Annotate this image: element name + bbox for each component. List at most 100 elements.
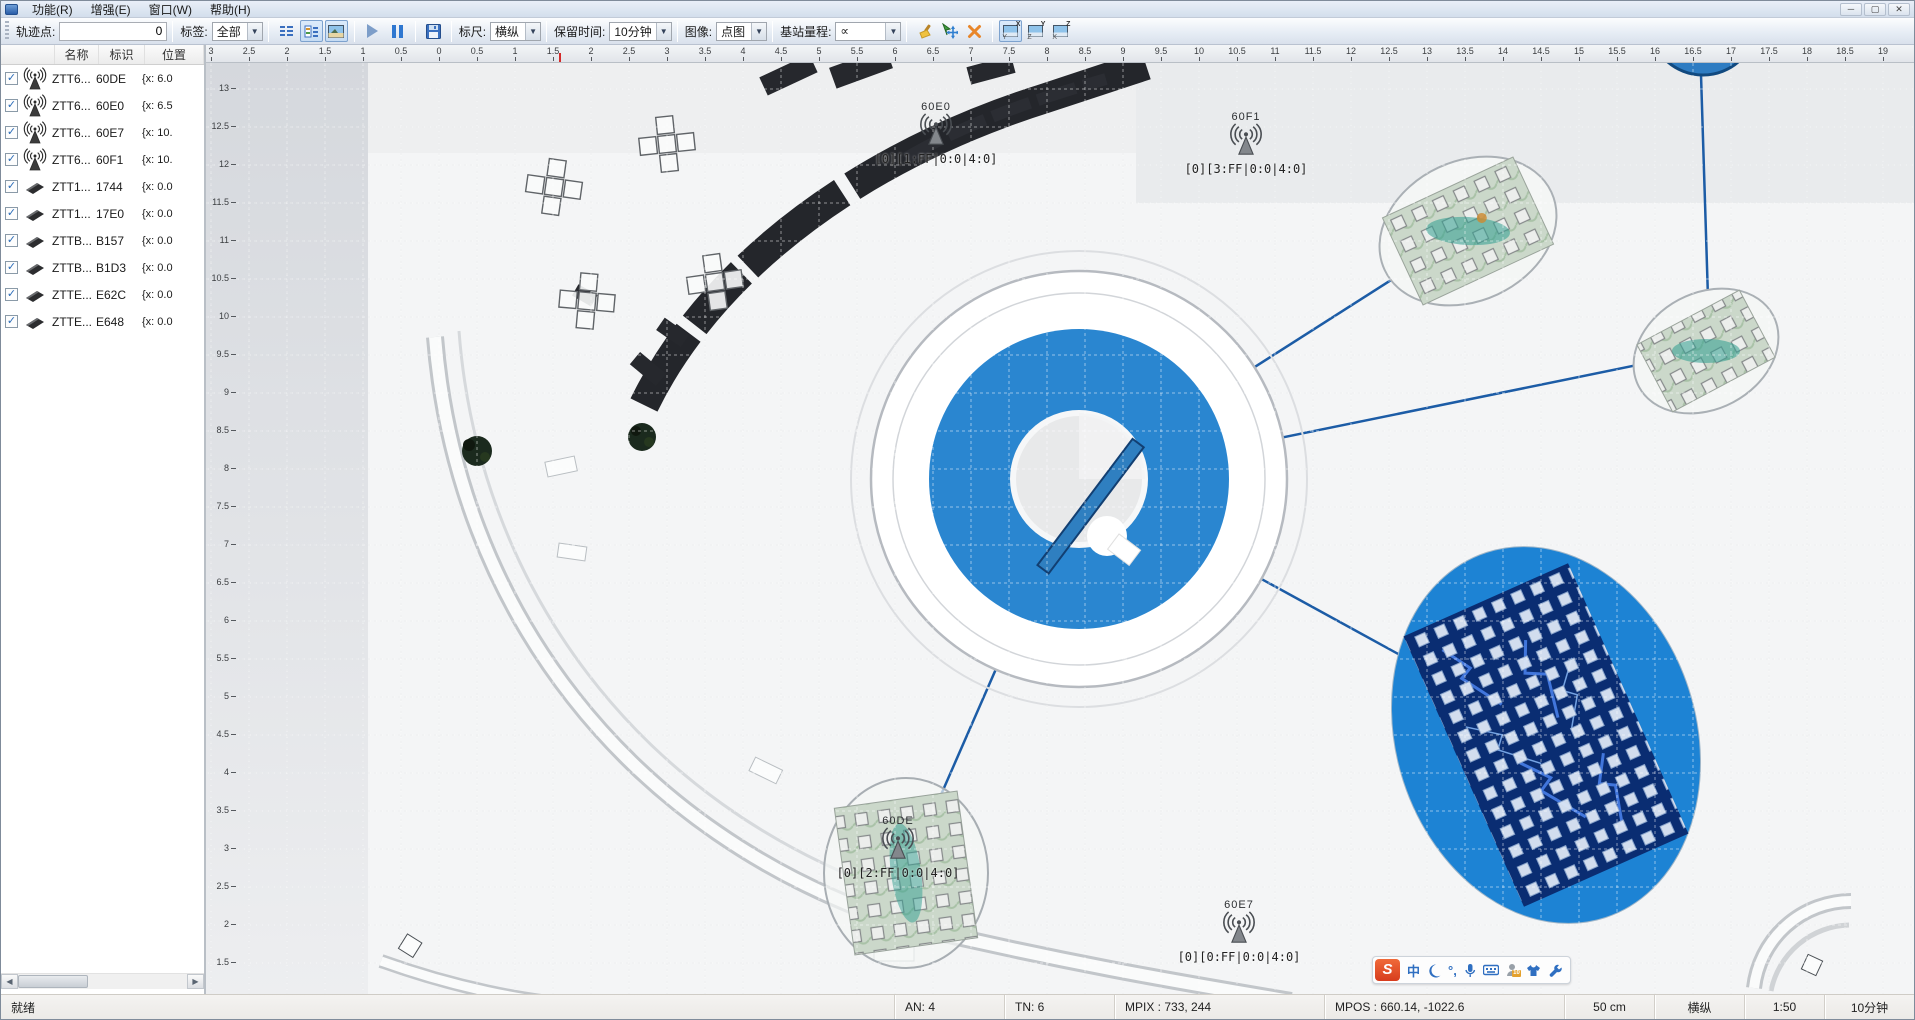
brush-icon <box>917 23 933 39</box>
station-marker-60DE[interactable]: 60DE[0][2:FF|0:0|4:0] <box>818 815 978 880</box>
list-image-icon <box>304 25 319 38</box>
play-button[interactable] <box>361 20 384 42</box>
row-checkbox[interactable]: ✓ <box>5 261 18 274</box>
tag-icon <box>23 260 47 276</box>
list-image-view-button[interactable] <box>300 20 323 42</box>
row-checkbox[interactable]: ✓ <box>5 207 18 220</box>
device-id: 60F1 <box>96 153 142 167</box>
scrollbar-thumb[interactable] <box>18 975 88 988</box>
axis-view-xy-button[interactable]: XY <box>999 20 1022 42</box>
device-id: B1D3 <box>96 261 142 275</box>
table-row[interactable]: ✓ZTTB...B1D3{x: 0.0 <box>1 254 204 281</box>
row-checkbox[interactable]: ✓ <box>5 234 18 247</box>
status-retain: 10分钟 <box>1824 995 1914 1019</box>
device-position: {x: 0.0 <box>142 289 204 301</box>
row-checkbox[interactable]: ✓ <box>5 153 18 166</box>
chevron-down-icon[interactable]: ▼ <box>885 23 900 40</box>
axis-view-yz-button[interactable]: YZ <box>1024 20 1047 42</box>
table-row[interactable]: ✓ZTT6...60E7{x: 10. <box>1 119 204 146</box>
antenna-icon <box>22 121 48 145</box>
station-marker-60E7[interactable]: 60E7[0][0:FF|0:0|4:0] <box>1159 899 1319 964</box>
chevron-down-icon[interactable]: ▼ <box>751 23 766 40</box>
status-ready: 就绪 <box>1 995 894 1019</box>
chinese-mode-icon[interactable]: 中 <box>1407 961 1420 980</box>
row-checkbox[interactable]: ✓ <box>5 126 18 139</box>
sogou-logo-icon[interactable]: S <box>1375 959 1400 981</box>
station-info: [0][2:FF|0:0|4:0] <box>818 866 978 880</box>
station-range-label: 基站量程: <box>780 23 831 40</box>
save-button[interactable] <box>422 20 445 42</box>
tag-filter-dropdown[interactable]: 全部 ▼ <box>212 22 263 41</box>
device-position: {x: 6.5 <box>142 100 204 112</box>
station-marker-60E0[interactable]: 60E0[0][1:FF|0:0|4:0] <box>856 101 1016 166</box>
wrench-icon[interactable] <box>1548 963 1562 977</box>
map-viewport[interactable]: 1312.51211.51110.5109.598.587.576.565.55… <box>206 63 1914 994</box>
menu-item-3[interactable]: 帮助(H) <box>201 0 260 19</box>
table-row[interactable]: ✓ZTTE...E648{x: 0.0 <box>1 308 204 335</box>
antenna-icon <box>919 113 953 147</box>
scroll-left-icon[interactable]: ◀ <box>1 974 18 989</box>
chevron-down-icon[interactable]: ▼ <box>525 23 540 40</box>
wardrobe-icon[interactable] <box>1526 964 1541 977</box>
image-mode-dropdown[interactable]: 点图 ▼ <box>716 22 767 41</box>
keyboard-icon[interactable] <box>1483 964 1499 976</box>
station-range-dropdown[interactable]: ∝ ▼ <box>835 22 901 41</box>
menu-item-1[interactable]: 增强(E) <box>82 0 140 19</box>
device-name: ZTTE... <box>52 315 96 329</box>
column-name[interactable]: 名称 <box>55 45 99 64</box>
maximize-button[interactable]: ▢ <box>1864 3 1886 16</box>
station-id: 60F1 <box>1166 111 1326 123</box>
pause-button[interactable] <box>386 20 409 42</box>
play-icon <box>367 24 378 38</box>
table-row[interactable]: ✓ZTTE...E62C{x: 0.0 <box>1 281 204 308</box>
pause-icon <box>392 25 403 38</box>
scroll-right-icon[interactable]: ▶ <box>187 974 204 989</box>
row-checkbox[interactable]: ✓ <box>5 288 18 301</box>
row-checkbox[interactable]: ✓ <box>5 72 18 85</box>
delete-button[interactable] <box>963 20 986 42</box>
station-info: [0][0:FF|0:0|4:0] <box>1159 950 1319 964</box>
row-checkbox[interactable]: ✓ <box>5 180 18 193</box>
table-row[interactable]: ✓ZTTB...B157{x: 0.0 <box>1 227 204 254</box>
table-row[interactable]: ✓ZTT6...60DE{x: 6.0 <box>1 65 204 92</box>
toolbar-grip[interactable] <box>5 21 9 41</box>
station-marker-60F1[interactable]: 60F1[0][3:FF|0:0|4:0] <box>1166 111 1326 176</box>
list-view-button[interactable] <box>275 20 298 42</box>
table-row[interactable]: ✓ZTT6...60F1{x: 10. <box>1 146 204 173</box>
floor-plan-map[interactable] <box>206 63 1914 994</box>
table-row[interactable]: ✓ZTT1...1744{x: 0.0 <box>1 173 204 200</box>
punctuation-icon[interactable]: °, <box>1448 963 1457 978</box>
menu-item-0[interactable]: 功能(R) <box>23 0 82 19</box>
device-name: ZTT6... <box>52 99 96 113</box>
device-id: E62C <box>96 288 142 302</box>
menu-item-2[interactable]: 窗口(W) <box>140 0 201 19</box>
brush-button[interactable] <box>913 20 936 42</box>
table-row[interactable]: ✓ZTT6...60E0{x: 6.5 <box>1 92 204 119</box>
chevron-down-icon[interactable]: ▼ <box>247 23 262 40</box>
move-cursor-button[interactable] <box>938 20 961 42</box>
track-point-input[interactable] <box>59 22 167 41</box>
microphone-icon[interactable] <box>1464 963 1476 978</box>
horizontal-scrollbar[interactable]: ◀ ▶ <box>1 973 204 989</box>
device-position: {x: 10. <box>142 127 204 139</box>
device-name: ZTT6... <box>52 126 96 140</box>
row-checkbox[interactable]: ✓ <box>5 315 18 328</box>
minimize-button[interactable]: ─ <box>1840 3 1862 16</box>
axis-view-zx-button[interactable]: ZX <box>1049 20 1072 42</box>
moon-icon[interactable] <box>1427 963 1441 978</box>
table-row[interactable]: ✓ZTT1...17E0{x: 0.0 <box>1 200 204 227</box>
vertical-ruler: 1312.51211.51110.5109.598.587.576.565.55… <box>206 63 240 994</box>
image-view-button[interactable] <box>325 20 348 42</box>
chevron-down-icon[interactable]: ▼ <box>656 23 671 40</box>
ruler-mode-dropdown[interactable]: 横纵 ▼ <box>490 22 541 41</box>
retain-time-dropdown[interactable]: 10分钟 ▼ <box>609 22 671 41</box>
column-position[interactable]: 位置 <box>145 45 204 64</box>
skin-badge-icon[interactable]: 10 <box>1506 963 1519 977</box>
column-id[interactable]: 标识 <box>99 45 145 64</box>
toolbar: 轨迹点: 标签: 全部 ▼ 标尺: 横纵 ▼ 保留时间: <box>1 18 1914 45</box>
ime-toolbar: S 中 °, 10 <box>1372 956 1571 984</box>
close-button[interactable]: ✕ <box>1888 3 1910 16</box>
row-checkbox[interactable]: ✓ <box>5 99 18 112</box>
application-window: 功能(R)增强(E)窗口(W)帮助(H) ─ ▢ ✕ 轨迹点: 标签: 全部 ▼ <box>0 0 1915 1020</box>
station-info: [0][1:FF|0:0|4:0] <box>856 152 1016 166</box>
